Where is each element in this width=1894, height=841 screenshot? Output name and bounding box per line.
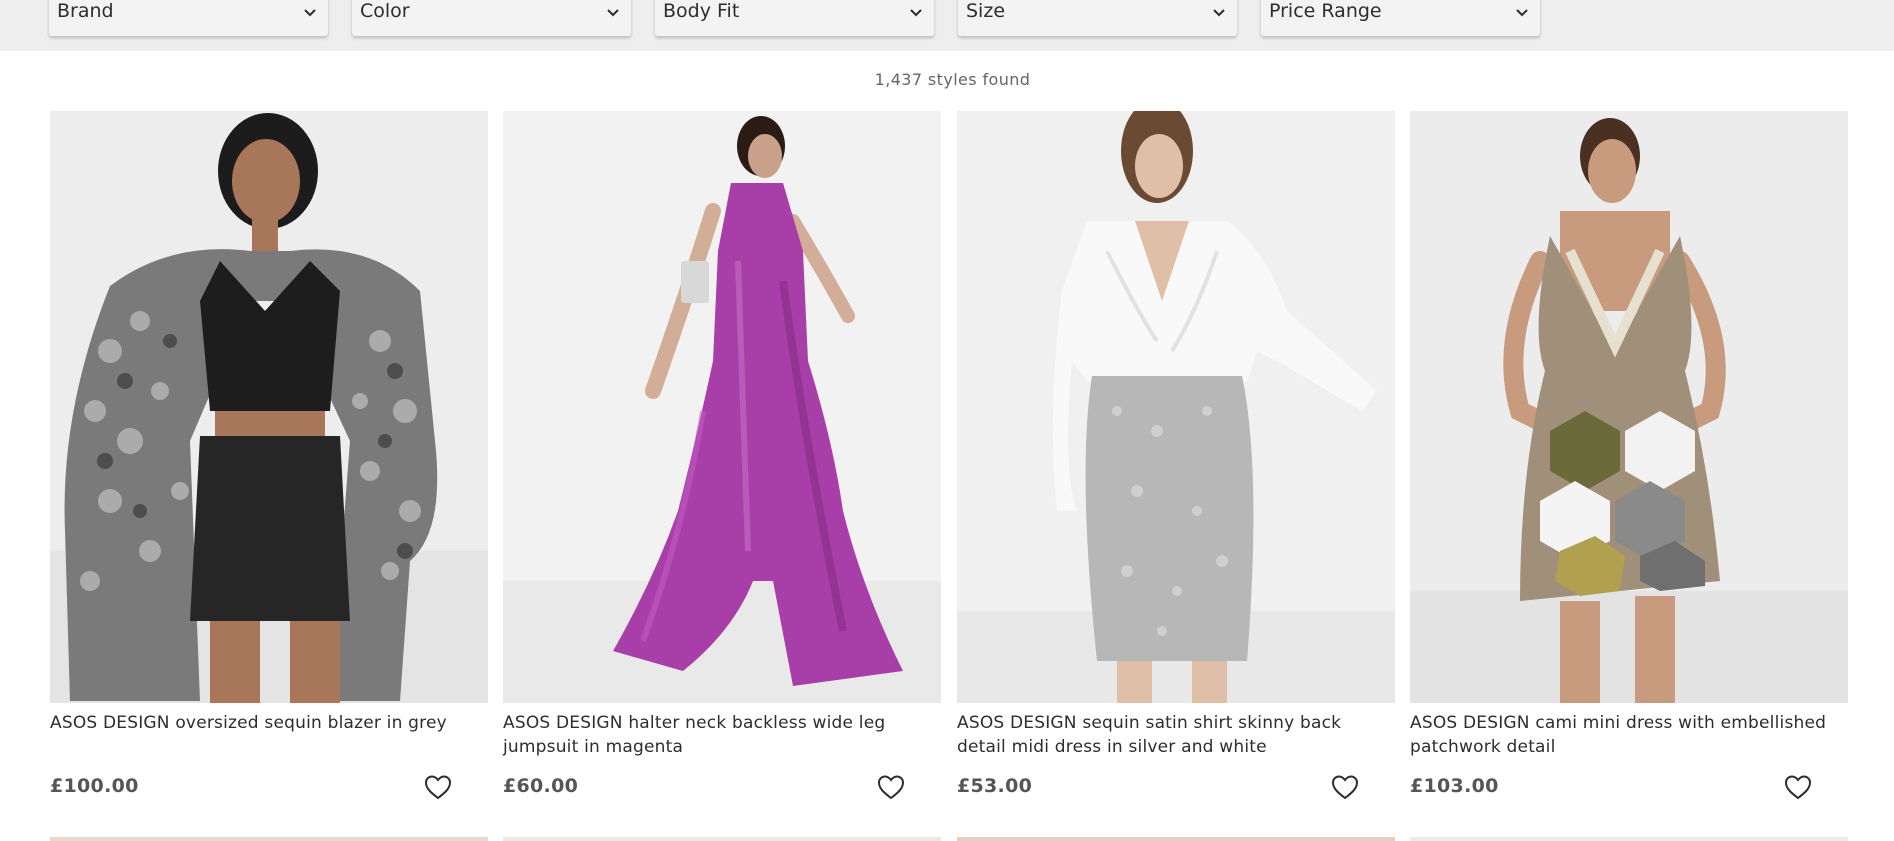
filter-label: Body Fit [663, 0, 740, 22]
product-price: £103.00 [1410, 775, 1499, 797]
chevron-down-icon [910, 9, 922, 17]
product-price: £53.00 [957, 775, 1033, 797]
heart-icon[interactable] [1331, 774, 1359, 800]
product-card[interactable]: ASOS DESIGN oversized sequin blazer in g… [50, 111, 488, 811]
color-filter[interactable]: Color [352, 0, 631, 36]
product-card[interactable]: ASOS DESIGN sequin satin shirt skinny ba… [957, 111, 1395, 811]
filter-label: Price Range [1269, 0, 1382, 22]
heart-icon[interactable] [877, 774, 905, 800]
filter-label: Brand [57, 0, 114, 22]
price-range-filter[interactable]: Price Range [1261, 0, 1540, 36]
chevron-down-icon [1516, 9, 1528, 17]
filter-label: Color [360, 0, 410, 22]
product-image[interactable] [503, 837, 941, 841]
filter-bar: Brand Color Body Fit Size Price Range [0, 0, 1894, 51]
product-title[interactable]: ASOS DESIGN sequin satin shirt skinny ba… [957, 711, 1395, 759]
product-image[interactable] [503, 111, 941, 703]
product-image[interactable] [50, 837, 488, 841]
product-image[interactable] [957, 837, 1395, 841]
heart-icon[interactable] [1784, 774, 1812, 800]
chevron-down-icon [607, 9, 619, 17]
product-image[interactable] [957, 111, 1395, 703]
size-filter[interactable]: Size [958, 0, 1237, 36]
product-title[interactable]: ASOS DESIGN cami mini dress with embelli… [1410, 711, 1848, 759]
body-fit-filter[interactable]: Body Fit [655, 0, 934, 36]
results-count: 1,437 styles found [874, 70, 1031, 89]
product-image[interactable] [1410, 111, 1848, 703]
chevron-down-icon [304, 9, 316, 17]
brand-filter[interactable]: Brand [49, 0, 328, 36]
heart-icon[interactable] [424, 774, 452, 800]
product-image[interactable] [50, 111, 488, 703]
product-title[interactable]: ASOS DESIGN oversized sequin blazer in g… [50, 711, 488, 735]
product-title[interactable]: ASOS DESIGN halter neck backless wide le… [503, 711, 941, 759]
chevron-down-icon [1213, 9, 1225, 17]
product-card[interactable]: ASOS DESIGN cami mini dress with embelli… [1410, 111, 1848, 811]
product-price: £60.00 [503, 775, 579, 797]
product-image[interactable] [1410, 837, 1848, 841]
product-card[interactable]: ASOS DESIGN halter neck backless wide le… [503, 111, 941, 811]
product-price: £100.00 [50, 775, 139, 797]
filter-label: Size [966, 0, 1006, 22]
